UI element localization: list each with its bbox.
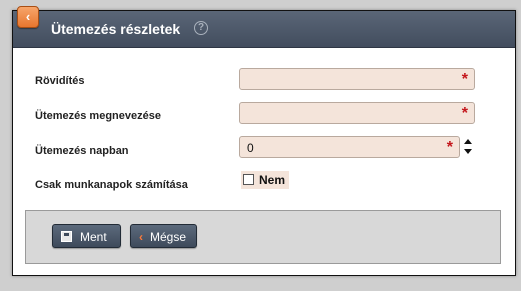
- required-marker: *: [446, 139, 453, 156]
- schedule-name-label: Ütemezés megnevezése: [35, 110, 161, 122]
- dialog-title: Ütemezés részletek: [51, 21, 181, 37]
- required-marker: *: [461, 71, 468, 88]
- chevron-left-icon: ‹: [139, 230, 143, 244]
- chevron-left-icon: ‹: [25, 9, 31, 24]
- cancel-button[interactable]: ‹ Mégse: [130, 224, 197, 248]
- abbreviation-input[interactable]: *: [239, 68, 475, 90]
- cancel-button-label: Mégse: [150, 230, 187, 244]
- workdays-only-label: Csak munkanapok számítása: [35, 179, 188, 191]
- checkbox-option-label: Nem: [259, 173, 286, 187]
- help-icon[interactable]: ?: [194, 21, 208, 35]
- abbreviation-label: Rövidítés: [35, 75, 85, 87]
- required-marker: *: [461, 105, 468, 122]
- workdays-only-checkbox[interactable]: [243, 174, 254, 185]
- schedule-details-dialog: ‹ Ütemezés részletek ? Rövidítés * Üteme…: [12, 6, 516, 276]
- workdays-only-toggle[interactable]: Nem: [241, 171, 289, 189]
- stepper-down-icon[interactable]: [464, 149, 472, 154]
- schedule-days-label: Ütemezés napban: [35, 145, 129, 157]
- schedule-days-input[interactable]: 0 *: [239, 136, 460, 158]
- back-button[interactable]: ‹: [17, 6, 39, 28]
- floppy-disk-icon: [61, 231, 72, 242]
- schedule-days-stepper[interactable]: [464, 137, 474, 157]
- dialog-footer: Ment ‹ Mégse: [25, 210, 501, 264]
- save-button-label: Ment: [80, 230, 107, 244]
- stepper-up-icon[interactable]: [464, 139, 472, 144]
- schedule-days-value: 0: [247, 141, 254, 155]
- schedule-name-input[interactable]: *: [239, 102, 475, 124]
- save-button[interactable]: Ment: [52, 224, 121, 248]
- dialog-titlebar: ‹ Ütemezés részletek ?: [13, 6, 515, 48]
